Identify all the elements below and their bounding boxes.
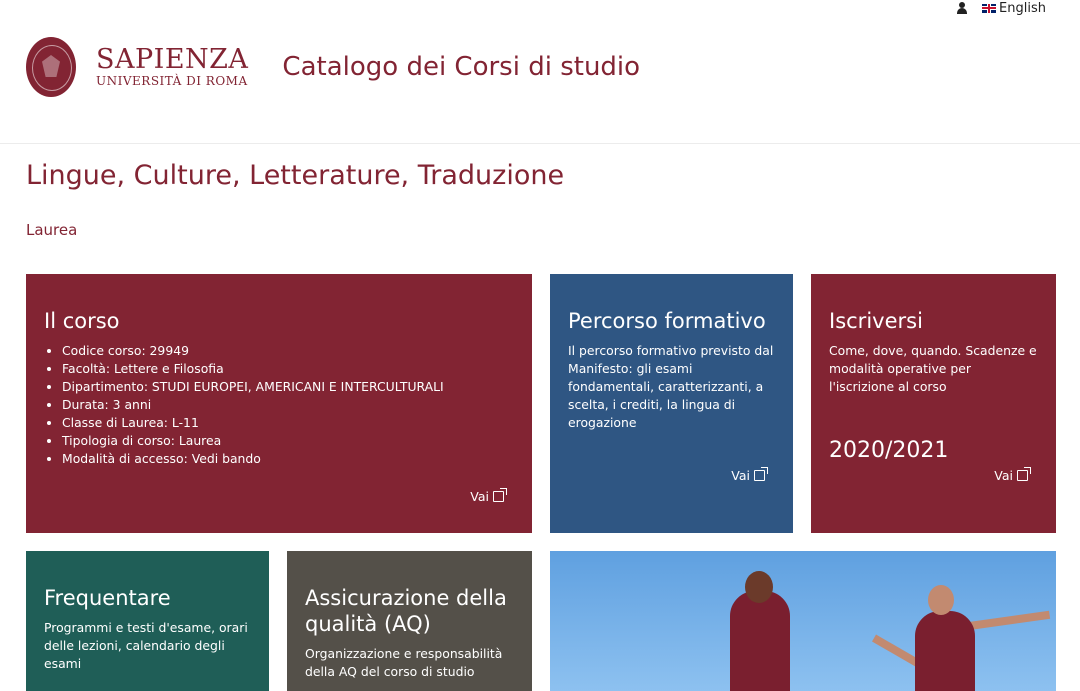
list-item: Facoltà: Lettere e Filosofia bbox=[62, 360, 514, 378]
sapienza-seal-logo[interactable] bbox=[26, 37, 76, 97]
vai-label: Vai bbox=[470, 489, 489, 504]
external-link-icon bbox=[1017, 467, 1031, 481]
card-text: Il percorso formativo previsto dal Manif… bbox=[568, 343, 774, 430]
vai-link[interactable]: Vai bbox=[470, 488, 507, 504]
card-title: Iscriversi bbox=[829, 309, 923, 333]
card-title: Il corso bbox=[44, 309, 120, 333]
vai-link[interactable]: Vai bbox=[994, 467, 1031, 483]
card-title: Assicurazione della qualità (AQ) bbox=[305, 586, 507, 636]
card-text: Programmi e testi d'esame, orari delle l… bbox=[44, 620, 248, 671]
external-link-icon bbox=[754, 467, 768, 481]
header-divider bbox=[0, 143, 1080, 144]
academic-year: 2020/2021 bbox=[829, 438, 949, 463]
vai-label: Vai bbox=[731, 468, 750, 483]
card-text: Organizzazione e responsabilità della AQ… bbox=[305, 646, 503, 679]
card-title: Frequentare bbox=[44, 586, 171, 610]
language-switch[interactable]: English bbox=[982, 1, 1046, 16]
list-item: Tipologia di corso: Laurea bbox=[62, 432, 514, 450]
brand-logo[interactable]: SAPIENZA UNIVERSITÀ DI ROMA bbox=[96, 44, 249, 89]
card-il-corso: Il corso Codice corso: 29949 Facoltà: Le… bbox=[26, 274, 532, 533]
vai-link[interactable]: Vai bbox=[731, 467, 768, 483]
catalog-title[interactable]: Catalogo dei Corsi di studio bbox=[282, 52, 640, 82]
list-item: Modalità di accesso: Vedi bando bbox=[62, 450, 514, 468]
card-text: Come, dove, quando. Scadenze e modalità … bbox=[829, 343, 1037, 394]
list-item: Codice corso: 29949 bbox=[62, 342, 514, 360]
brand-name: SAPIENZA bbox=[96, 44, 249, 75]
brand-subtitle: UNIVERSITÀ DI ROMA bbox=[96, 74, 248, 88]
card-percorso-formativo: Percorso formativo Il percorso formativo… bbox=[550, 274, 793, 533]
card-frequentare[interactable]: Frequentare Programmi e testi d'esame, o… bbox=[26, 551, 269, 691]
page-title: Lingue, Culture, Letterature, Traduzione bbox=[26, 160, 565, 191]
photo-shape bbox=[730, 591, 790, 691]
course-info-list: Codice corso: 29949 Facoltà: Lettere e F… bbox=[44, 342, 514, 468]
list-item: Durata: 3 anni bbox=[62, 396, 514, 414]
top-bar: English bbox=[956, 0, 1046, 16]
list-item: Classe di Laurea: L-11 bbox=[62, 414, 514, 432]
uk-flag-icon bbox=[982, 3, 997, 13]
user-icon[interactable] bbox=[956, 2, 968, 14]
degree-type: Laurea bbox=[26, 221, 78, 239]
photo-shape bbox=[928, 585, 954, 615]
card-assicurazione-qualita[interactable]: Assicurazione della qualità (AQ) Organiz… bbox=[287, 551, 532, 691]
students-photo bbox=[550, 551, 1056, 691]
card-iscriversi: Iscriversi Come, dove, quando. Scadenze … bbox=[811, 274, 1056, 533]
site-header: SAPIENZA UNIVERSITÀ DI ROMA Catalogo dei… bbox=[26, 36, 640, 98]
external-link-icon bbox=[493, 488, 507, 502]
card-title: Percorso formativo bbox=[568, 309, 766, 333]
photo-shape bbox=[745, 571, 773, 603]
language-label: English bbox=[999, 0, 1046, 16]
photo-shape bbox=[915, 611, 975, 691]
list-item: Dipartimento: STUDI EUROPEI, AMERICANI E… bbox=[62, 378, 514, 396]
vai-label: Vai bbox=[994, 468, 1013, 483]
